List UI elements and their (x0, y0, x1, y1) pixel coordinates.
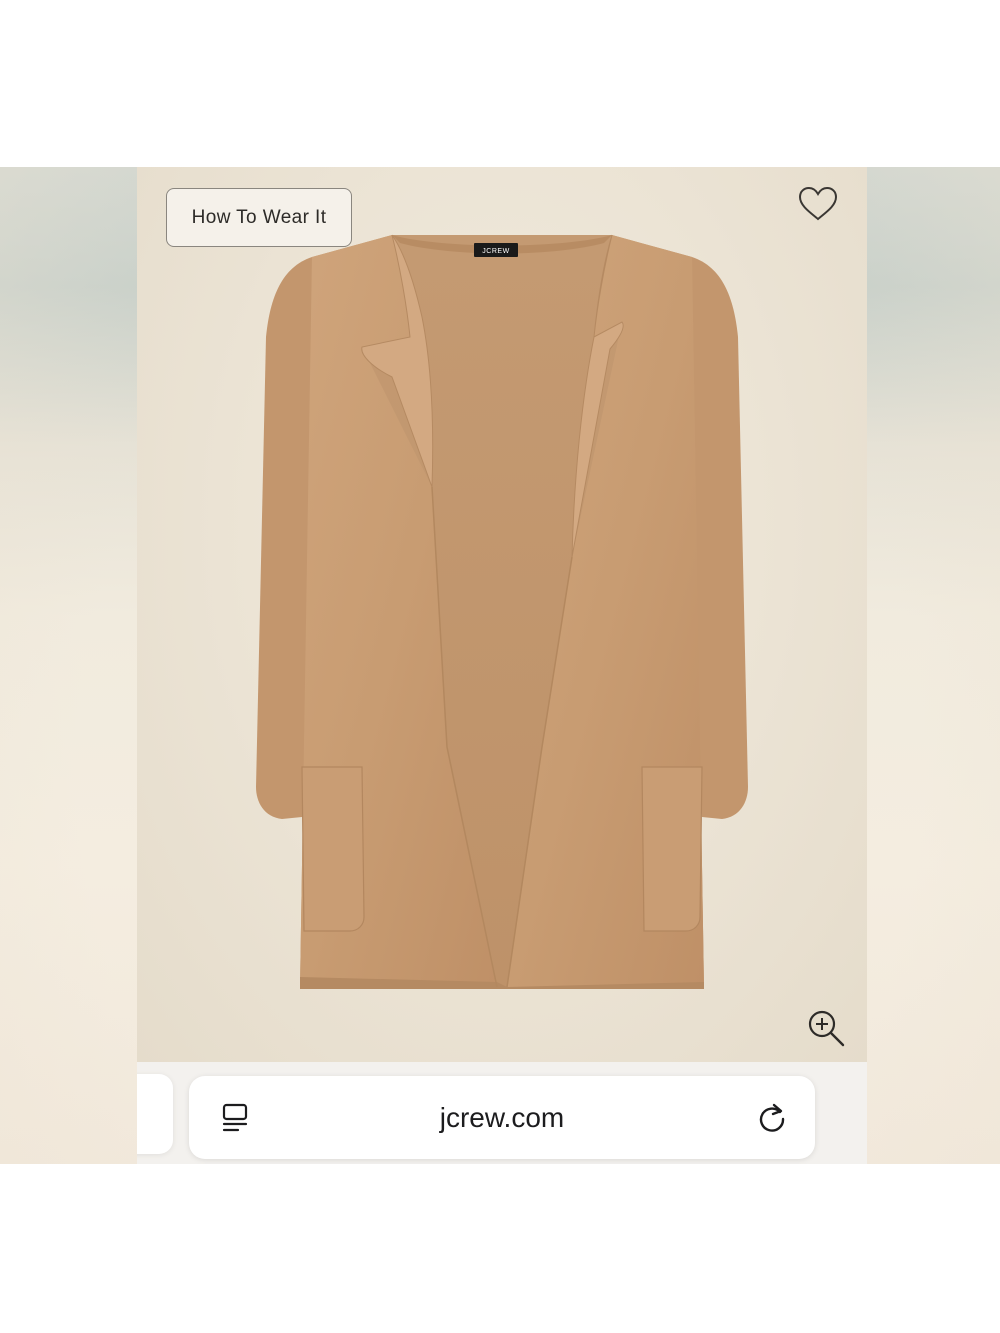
phone-screen: JCREW How To Wear It jcrew.com (137, 167, 867, 1164)
url-text[interactable]: jcrew.com (189, 1076, 815, 1159)
address-bar[interactable]: jcrew.com (189, 1076, 815, 1159)
coat-image: JCREW (256, 234, 748, 989)
heart-icon[interactable] (797, 185, 839, 223)
zoom-in-icon[interactable] (805, 1007, 847, 1049)
page: JCREW How To Wear It jcrew.com (0, 0, 1000, 1333)
browser-bottom-bar: jcrew.com (137, 1062, 867, 1164)
product-image[interactable]: JCREW How To Wear It (137, 167, 867, 1062)
previous-tab-preview[interactable] (137, 1074, 173, 1154)
reload-icon[interactable] (755, 1100, 789, 1134)
coat-brand-label: JCREW (482, 248, 509, 255)
how-to-wear-it-button[interactable]: How To Wear It (166, 188, 352, 247)
